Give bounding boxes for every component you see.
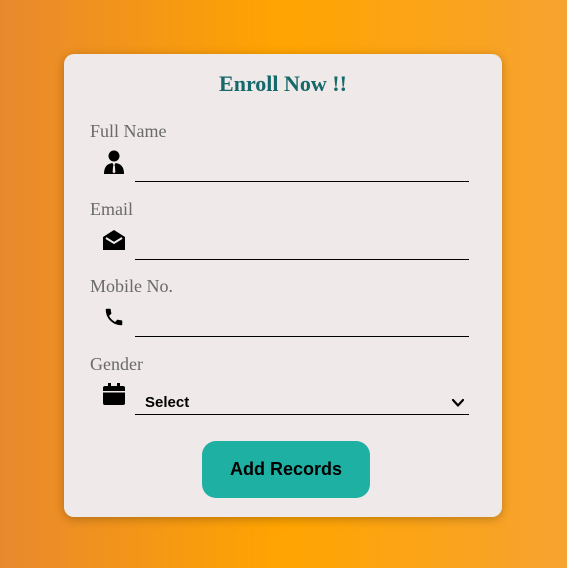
mobile-label: Mobile No. [90,276,173,296]
add-records-button[interactable]: Add Records [202,441,370,498]
chevron-down-icon [451,396,465,415]
person-icon [101,149,127,175]
gender-label: Gender [90,354,143,374]
gender-select[interactable]: Select [135,391,469,415]
mobile-input[interactable] [135,313,469,337]
calendar-icon [101,381,127,407]
enroll-form-card: Enroll Now !! Full Name Email Mobile No.… [64,54,502,517]
email-label: Email [90,199,133,219]
envelope-icon [101,227,127,253]
gender-select-value: Select [145,394,190,411]
form-title: Enroll Now !! [219,71,347,96]
full-name-label: Full Name [90,121,167,141]
email-input[interactable] [135,236,469,260]
phone-icon [101,304,127,330]
full-name-input[interactable] [135,158,469,182]
